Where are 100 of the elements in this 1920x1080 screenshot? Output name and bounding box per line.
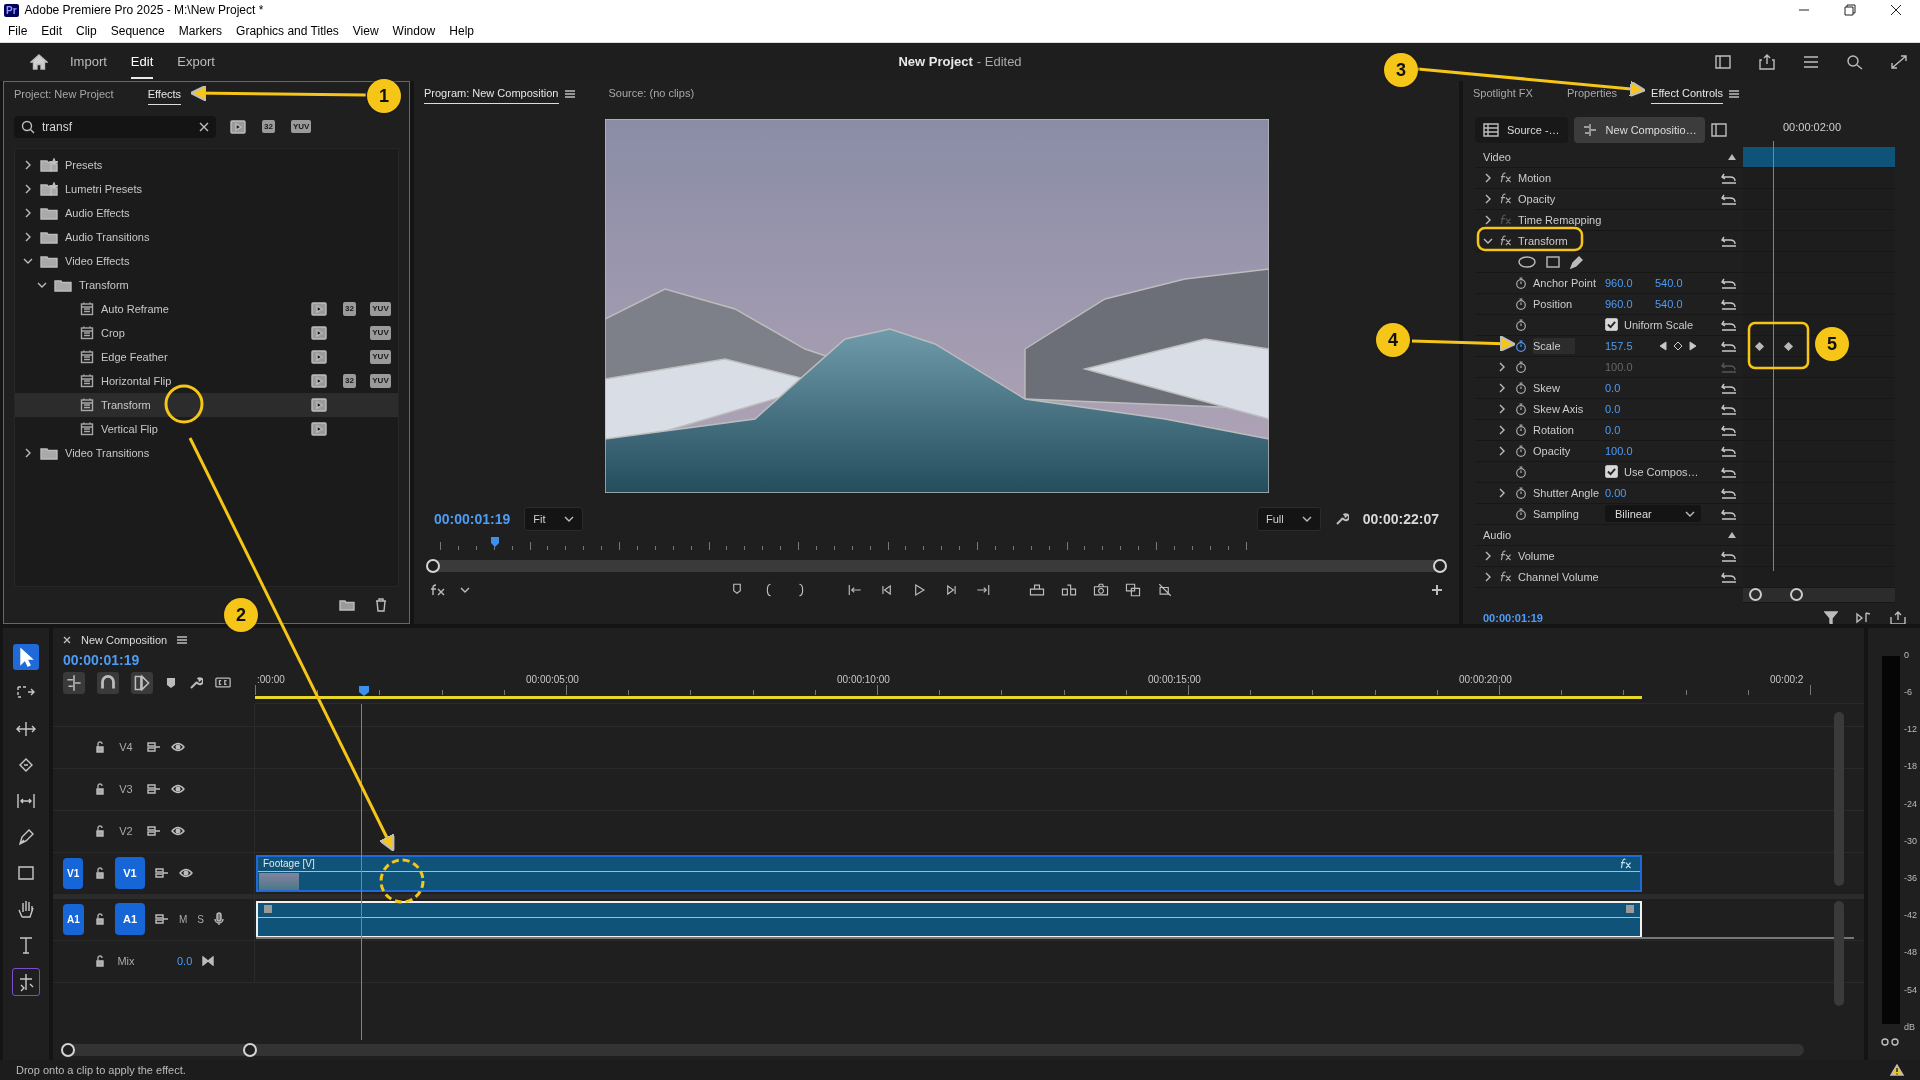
effect-tree-item[interactable]: Horizontal Flip 32 YUV	[15, 368, 398, 393]
reset-icon[interactable]	[1721, 570, 1737, 583]
stopwatch-icon[interactable]	[1515, 423, 1527, 436]
fx-icon[interactable]	[1499, 193, 1512, 205]
effect-tree-item[interactable]: Lumetri Presets	[15, 176, 398, 201]
reset-icon[interactable]	[1721, 549, 1737, 562]
wrench-icon[interactable]	[189, 675, 203, 690]
search-field[interactable]: transf	[14, 115, 216, 138]
reset-icon[interactable]	[1721, 465, 1737, 478]
add-keyframe-icon[interactable]	[1673, 340, 1683, 351]
next-keyframe-icon[interactable]	[1689, 340, 1697, 351]
close-icon[interactable]	[63, 635, 71, 644]
source-clip-button[interactable]: Source -…	[1475, 116, 1568, 143]
reset-icon[interactable]	[1721, 507, 1737, 520]
menu-item[interactable]: Help	[449, 24, 474, 39]
wrench-icon[interactable]	[1334, 511, 1349, 526]
sampling-dropdown[interactable]: Bilinear	[1605, 505, 1701, 523]
lock-icon[interactable]	[95, 913, 105, 926]
captions-icon[interactable]	[215, 677, 231, 689]
stopwatch-icon[interactable]	[1515, 402, 1527, 415]
track-target[interactable]: V4	[115, 741, 137, 754]
stopwatch-icon[interactable]	[1515, 507, 1527, 520]
stopwatch-icon[interactable]	[1515, 465, 1527, 478]
chevron-right-icon[interactable]	[1497, 445, 1507, 456]
menu-item[interactable]: Sequence	[110, 24, 165, 39]
video-clip[interactable]: Footage [V]	[256, 854, 1642, 892]
menu-item[interactable]: Clip	[76, 24, 97, 39]
vertical-scrollbar[interactable]	[1834, 900, 1844, 1006]
previous-keyframe-icon[interactable]	[1659, 340, 1667, 351]
stopwatch-icon[interactable]	[1515, 486, 1527, 499]
plus-icon[interactable]	[1431, 583, 1443, 596]
ellipse-mask-icon[interactable]	[1517, 254, 1537, 269]
reset-icon[interactable]	[1721, 339, 1737, 352]
effect-tree-item[interactable]: Edge Feather YUV	[15, 344, 398, 369]
effect-tree-item[interactable]: Transform	[15, 272, 398, 297]
panel-tab[interactable]: Project: New Project	[14, 84, 114, 106]
menu-item[interactable]: Markers	[178, 24, 223, 39]
panel-tab[interactable]: Program: New Composition	[424, 83, 559, 105]
chevron-right-icon[interactable]	[1497, 382, 1507, 393]
effect-tree-item[interactable]: Auto Reframe 32 YUV	[15, 296, 398, 321]
sequence-button[interactable]: New Compositio…	[1573, 116, 1705, 143]
close-icon[interactable]	[1890, 4, 1902, 17]
stopwatch-icon[interactable]	[1515, 297, 1527, 310]
fx-icon[interactable]	[1499, 172, 1512, 184]
chevron-right-icon[interactable]	[23, 183, 33, 194]
effect-tree-item[interactable]: Audio Transitions	[15, 224, 398, 249]
restore-icon[interactable]	[1844, 4, 1856, 17]
reset-icon[interactable]	[1721, 192, 1737, 205]
nest-icon[interactable]	[63, 671, 85, 694]
lock-icon[interactable]	[95, 955, 105, 968]
collapse-arrow-icon[interactable]	[1727, 530, 1737, 539]
microphone-icon[interactable]	[214, 912, 224, 927]
panel-tab[interactable]: Effect Controls	[1651, 83, 1723, 105]
mix-value[interactable]: 0.0	[177, 955, 193, 968]
lock-icon[interactable]	[95, 867, 105, 880]
effect-tree-item[interactable]: Crop YUV	[15, 320, 398, 345]
list-icon[interactable]	[1802, 53, 1820, 70]
property-value[interactable]: 0.0	[1605, 423, 1649, 436]
keyframe-icon[interactable]	[1754, 340, 1765, 352]
sync-lock-icon[interactable]	[147, 784, 161, 795]
reset-icon[interactable]	[1721, 171, 1737, 184]
sparkle-icon[interactable]	[12, 967, 40, 996]
marker-icon[interactable]	[165, 676, 177, 689]
source-patch[interactable]: V1	[63, 857, 84, 889]
reset-icon[interactable]	[1721, 444, 1737, 457]
chevron-right-icon[interactable]	[1483, 193, 1493, 204]
track-target[interactable]: V2	[115, 825, 137, 838]
menu-item[interactable]: File	[8, 24, 28, 39]
rectangle-mask-icon[interactable]	[1545, 254, 1561, 269]
property-value[interactable]: 157.5	[1605, 339, 1649, 352]
filter-icon[interactable]	[1824, 610, 1838, 624]
effect-tree-item[interactable]: Presets	[15, 152, 398, 177]
warning-icon[interactable]	[1890, 1064, 1904, 1076]
sync-lock-icon[interactable]	[155, 868, 169, 879]
chevron-right-icon[interactable]	[1497, 403, 1507, 414]
playhead-handle[interactable]	[490, 535, 500, 548]
property-value[interactable]: 0.0	[1605, 381, 1649, 394]
reset-icon[interactable]	[1721, 381, 1737, 394]
stopwatch-icon[interactable]	[1515, 318, 1527, 331]
chevron-right-icon[interactable]	[23, 231, 33, 242]
property-value[interactable]: 540.0	[1655, 297, 1699, 310]
home-icon[interactable]	[30, 53, 48, 70]
audio-clip[interactable]	[256, 900, 1642, 938]
quality-dropdown[interactable]: Full	[1257, 506, 1321, 531]
export-icon[interactable]	[1890, 610, 1906, 624]
chevron-right-icon[interactable]	[23, 447, 33, 458]
property-value[interactable]: 0.0	[1605, 402, 1649, 415]
stopwatch-icon[interactable]	[1515, 276, 1527, 289]
effect-tree-item[interactable]: Video Transitions	[15, 440, 398, 465]
sync-lock-icon[interactable]	[147, 826, 161, 837]
property-value[interactable]: 540.0	[1655, 276, 1699, 289]
workspace-tab[interactable]: Import	[70, 44, 107, 80]
fx-icon[interactable]	[430, 583, 446, 596]
trash-icon[interactable]	[375, 597, 387, 612]
source-patch[interactable]: A1	[63, 903, 84, 935]
panel-tab[interactable]: Spotlight FX	[1473, 83, 1533, 105]
chevron-right-icon[interactable]	[1483, 214, 1493, 225]
menu-item[interactable]: View	[352, 24, 379, 39]
share-icon[interactable]	[1758, 53, 1776, 70]
zoom-dropdown[interactable]: Fit	[524, 506, 583, 531]
